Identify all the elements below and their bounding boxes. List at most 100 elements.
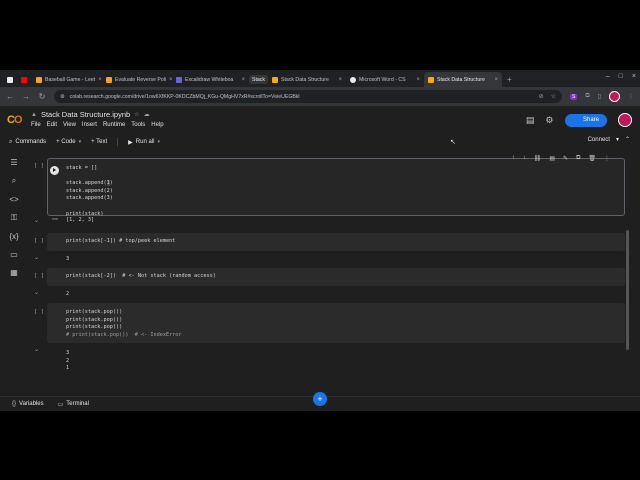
link-icon[interactable]: ⛓ — [534, 155, 542, 162]
secrets-key-icon[interactable]: ⚿ — [9, 213, 19, 223]
chevron-down-icon[interactable]: ⌄ — [34, 289, 39, 296]
forward-icon[interactable]: → — [22, 92, 30, 101]
address-bar[interactable]: ⚙ colab.research.google.com/drive/1ow6Xf… — [54, 90, 563, 103]
notebook-title[interactable]: Stack Data Structure.ipynb — [41, 110, 130, 119]
menu-bar: File Edit View Insert Runtime Tools Help — [31, 122, 164, 128]
browser-tab[interactable]: Baseball Game - Leet × — [32, 72, 102, 87]
code-line: print(stack.pop()) — [66, 316, 123, 323]
find-icon[interactable]: ⌕ — [9, 176, 19, 186]
variables-label: Variables — [19, 401, 44, 407]
comment-icon[interactable]: ▤ — [549, 155, 555, 162]
tab-favicon — [7, 76, 13, 83]
menu-help[interactable]: Help — [151, 122, 163, 128]
chevron-down-icon[interactable]: ⌄ — [34, 254, 39, 261]
terminal-button[interactable]: ▭ Terminal — [58, 401, 89, 408]
terminal-icon: ▭ — [57, 401, 64, 408]
collapse-header-icon[interactable]: ⌃ — [625, 136, 630, 143]
browser-tab[interactable]: Evaluate Reverse Poli × — [102, 72, 172, 87]
run-cell-button[interactable] — [50, 166, 59, 175]
cell-output: 3 2 1 — [66, 350, 70, 372]
close-icon[interactable]: × — [491, 77, 498, 83]
chevron-down-icon[interactable]: ⌄ — [34, 346, 39, 353]
notebook-area: [ ] ↑ ↓ ⛓ ▤ ✎ ⧉ 🗑 ⋮ stack = [] stack.app… — [30, 154, 630, 391]
site-info-icon[interactable]: ⚙ — [60, 94, 65, 100]
browser-tab[interactable]: Excalidraw Whiteboa × — [172, 72, 249, 87]
close-icon[interactable]: × — [335, 77, 342, 83]
notebook-scrollbar[interactable] — [626, 230, 629, 350]
menu-insert[interactable]: Insert — [82, 122, 97, 128]
user-avatar[interactable] — [618, 113, 632, 127]
menu-edit[interactable]: Edit — [47, 122, 57, 128]
mirror-cell-icon[interactable]: ⧉ — [576, 155, 580, 162]
close-window-icon[interactable]: × — [632, 73, 636, 80]
commands-button[interactable]: ⌕ Commands — [9, 139, 46, 146]
comments-icon[interactable]: ▤ — [526, 115, 535, 126]
profile-avatar[interactable] — [609, 91, 620, 102]
browser-tab[interactable]: Stack Data Structure × — [268, 72, 346, 87]
browser-tab[interactable] — [18, 72, 32, 87]
chevron-down-icon[interactable]: ▾ — [616, 136, 619, 143]
chevron-down-icon: ▾ — [157, 139, 160, 145]
variables-button[interactable]: {} Variables — [12, 401, 44, 407]
play-icon: ▶ — [128, 139, 133, 146]
move-up-icon[interactable]: ↑ — [512, 155, 515, 162]
cell-prompt: [ ] — [34, 309, 44, 315]
menu-view[interactable]: View — [63, 122, 76, 128]
run-all-button[interactable]: ▶ Run all ▾ — [128, 139, 160, 146]
maximize-icon[interactable]: □ — [619, 73, 623, 80]
new-tab-button[interactable]: + — [502, 72, 517, 87]
browser-menu-icon[interactable]: ⋮ — [628, 93, 634, 100]
share-label: Share — [582, 117, 599, 123]
code-cell[interactable]: [ ] print(stack[-1]) # top/peek element … — [30, 231, 626, 265]
data-table-icon[interactable]: ▦ — [9, 268, 19, 277]
code-cell[interactable]: [ ] print(stack[-2]) # <- Not stack (ran… — [30, 266, 626, 300]
menu-file[interactable]: File — [31, 122, 41, 128]
more-options-icon[interactable]: ⋮ — [604, 155, 610, 162]
variables-icon[interactable]: {x} — [9, 232, 19, 241]
cell-prompt: [ ] — [34, 163, 44, 169]
colab-icon — [427, 76, 434, 83]
chevron-down-icon[interactable]: ⌄ — [34, 217, 39, 224]
files-folder-icon[interactable]: ▭ — [9, 250, 19, 259]
close-icon[interactable]: × — [95, 77, 102, 83]
code-editor[interactable] — [47, 158, 625, 216]
add-code-button[interactable]: + Code ▾ — [56, 139, 81, 145]
sidepanel-icon[interactable]: ▯ — [598, 93, 601, 100]
menu-runtime[interactable]: Runtime — [103, 122, 125, 128]
add-cell-button[interactable]: + — [313, 392, 327, 406]
terminal-label: Terminal — [66, 401, 89, 407]
window-controls: – □ × — [606, 73, 636, 80]
move-down-icon[interactable]: ↓ — [523, 155, 526, 162]
star-icon[interactable]: ☆ — [134, 111, 139, 118]
delete-icon[interactable]: 🗑 — [588, 155, 596, 162]
browser-tab-bar: Baseball Game - Leet × Evaluate Reverse P… — [0, 70, 640, 87]
colab-header: CO ▲ Stack Data Structure.ipynb ☆ ☁ File… — [0, 106, 640, 136]
close-icon[interactable]: × — [413, 77, 420, 83]
extensions-puzzle-icon[interactable]: ⧉ — [585, 93, 589, 100]
connect-button[interactable]: Connect — [588, 137, 610, 143]
add-text-button[interactable]: + Text — [91, 139, 107, 145]
search-icon: ⌕ — [9, 138, 13, 145]
browser-tab-group[interactable]: Stack — [249, 75, 268, 84]
browser-tab[interactable] — [4, 72, 18, 87]
close-icon[interactable]: × — [238, 77, 245, 83]
colab-logo[interactable]: CO — [7, 114, 22, 126]
table-of-contents-icon[interactable]: ☰ — [9, 158, 19, 167]
code-cell[interactable]: [ ] print(stack.pop()) print(stack.pop()… — [30, 301, 626, 381]
extension-icon[interactable]: S — [570, 93, 578, 100]
hide-icon[interactable]: ⊘ — [539, 93, 544, 100]
output-menu-icon[interactable]: ⋯ — [52, 216, 58, 223]
reload-icon[interactable]: ↻ — [38, 92, 46, 101]
edit-icon[interactable]: ✎ — [563, 155, 568, 162]
code-cell[interactable]: [ ] ↑ ↓ ⛓ ▤ ✎ ⧉ 🗑 ⋮ stack = [] stack.app… — [30, 154, 626, 230]
share-button[interactable]: 👤 Share — [564, 113, 607, 127]
settings-gear-icon[interactable]: ⚙ — [545, 115, 553, 126]
code-snippets-icon[interactable]: <> — [9, 195, 19, 204]
menu-tools[interactable]: Tools — [131, 122, 145, 128]
code-line: # print(stack.pop()) # <- IndexError — [66, 331, 182, 338]
back-icon[interactable]: ← — [6, 92, 14, 101]
browser-tab-active[interactable]: Stack Data Structure × — [423, 72, 502, 87]
minimize-icon[interactable]: – — [606, 73, 610, 80]
bookmark-star-icon[interactable]: ☆ — [551, 93, 556, 100]
browser-tab[interactable]: Microsoft Word - CS × — [346, 72, 424, 87]
